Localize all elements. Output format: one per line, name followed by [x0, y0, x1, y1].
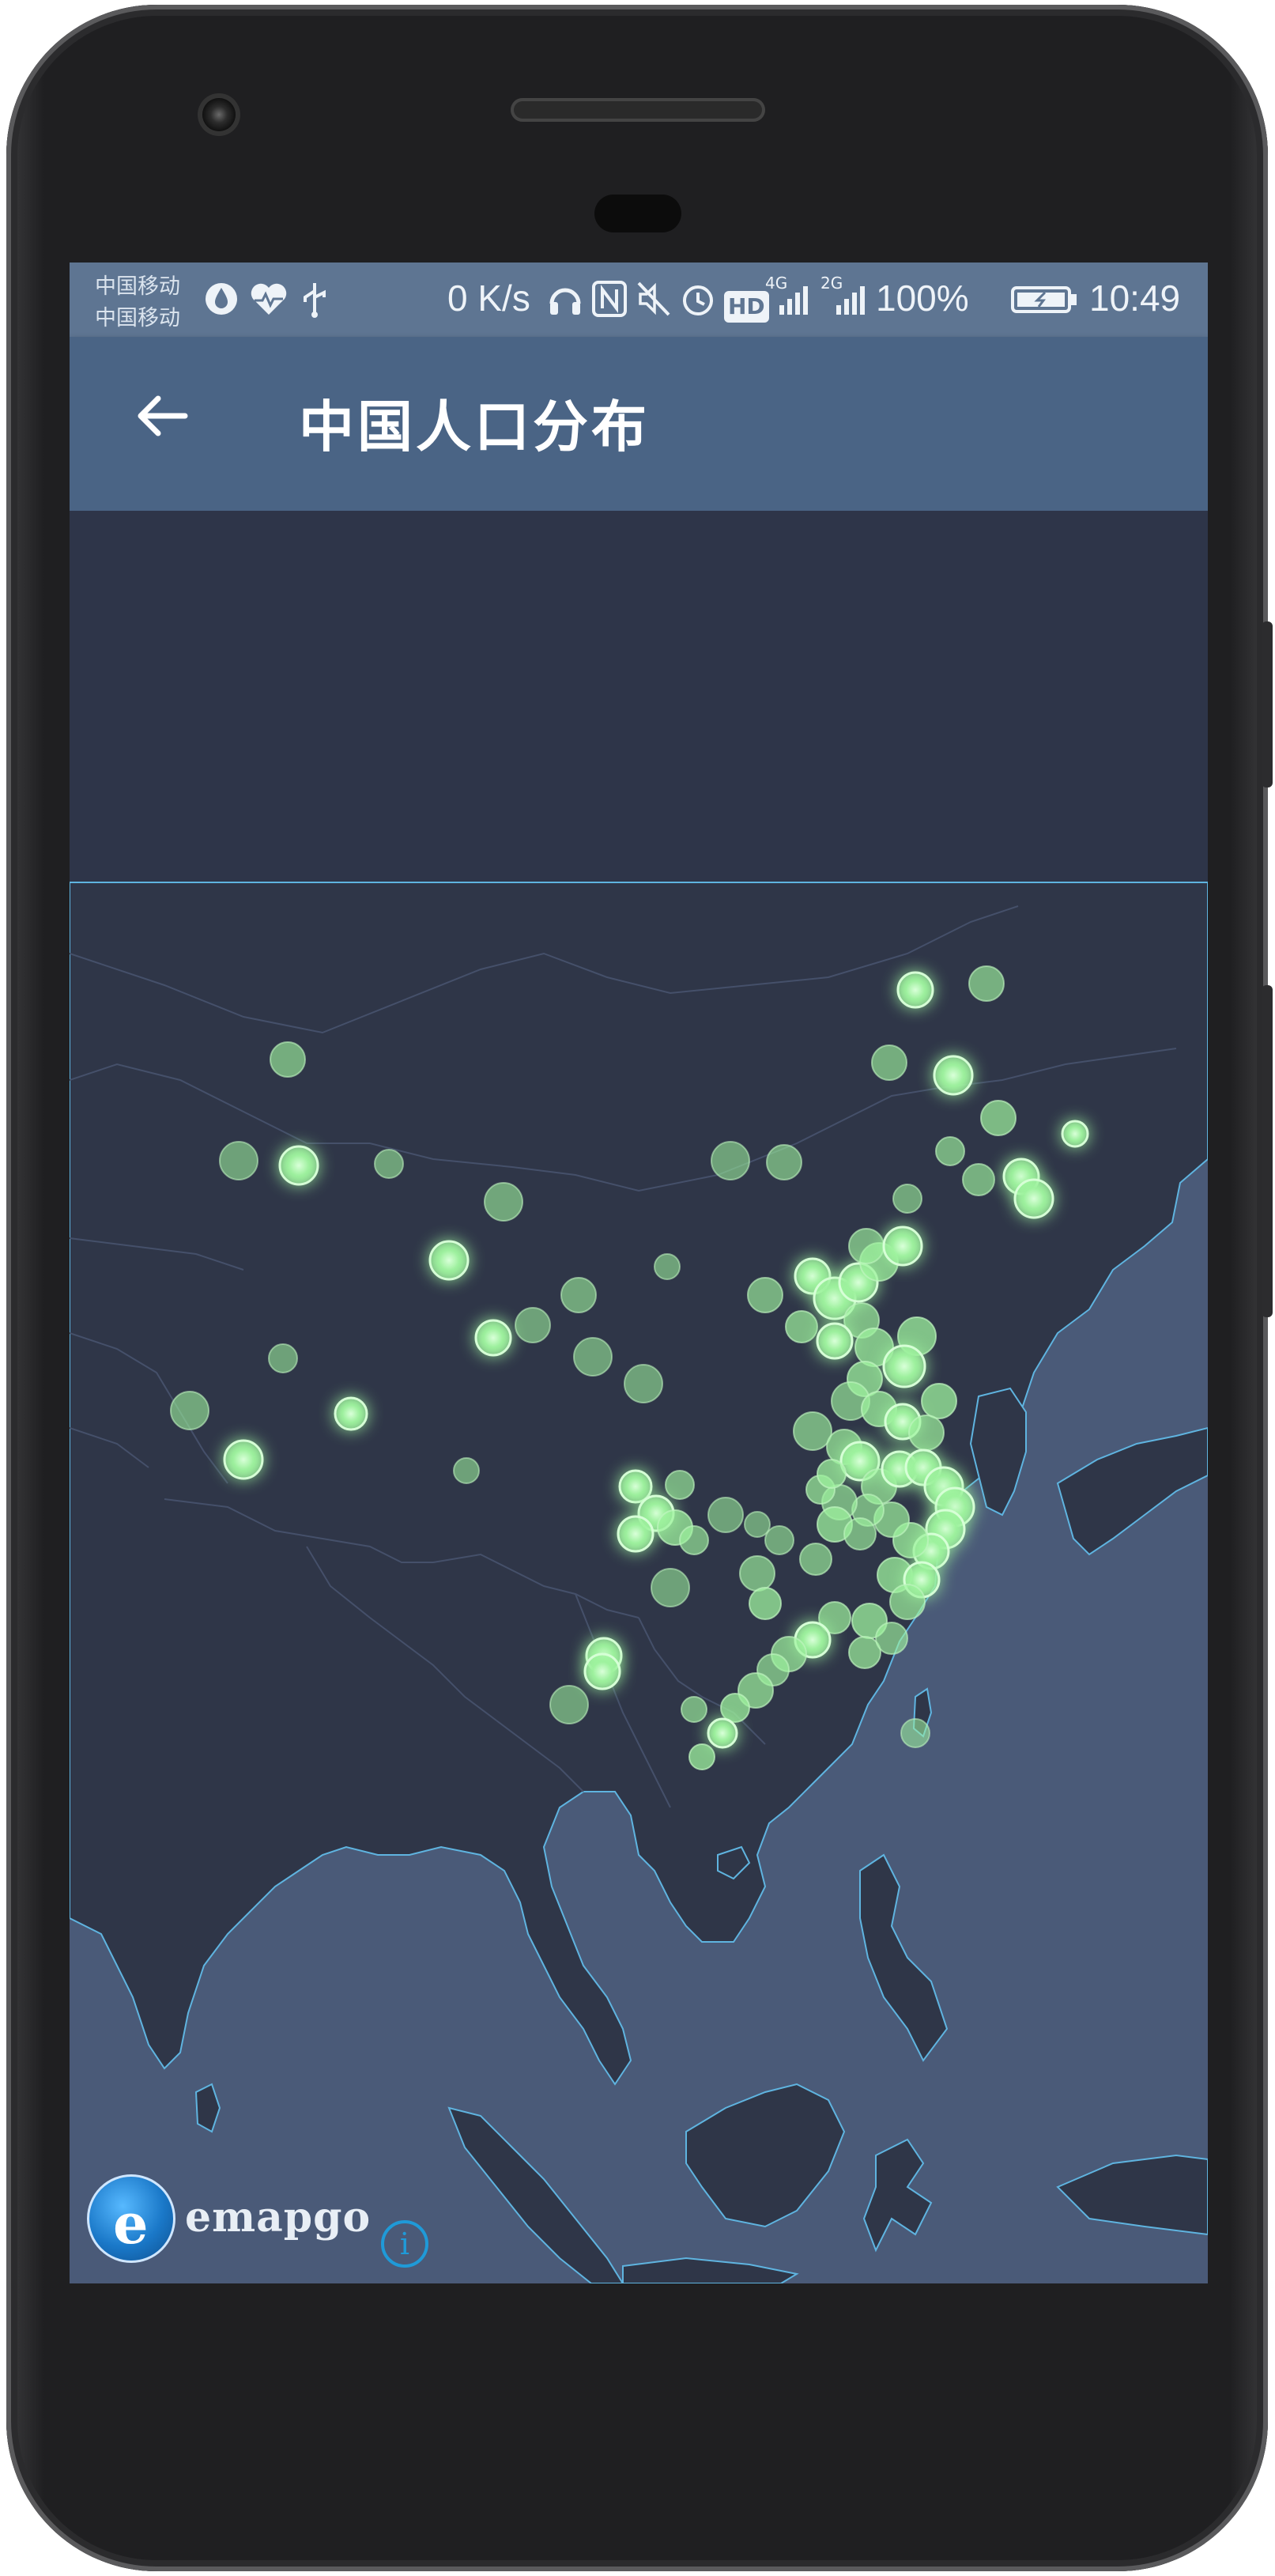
- population-point: [268, 1343, 298, 1373]
- population-point: [882, 1344, 926, 1388]
- usb-icon: [299, 280, 330, 327]
- population-point: [848, 1228, 885, 1264]
- arrow-left-icon[interactable]: [133, 386, 193, 446]
- volume-button: [1262, 621, 1273, 788]
- battery-percent: 100%: [876, 278, 969, 319]
- net-speed: 0 K/s: [447, 278, 530, 319]
- population-point: [1013, 1178, 1054, 1219]
- population-point: [1061, 1120, 1089, 1148]
- logo-text: emapgo: [185, 2193, 372, 2242]
- population-point: [707, 1717, 738, 1749]
- population-point: [962, 1163, 995, 1196]
- population-point: [711, 1141, 750, 1180]
- population-point: [583, 1652, 621, 1690]
- nfc-icon: [591, 280, 628, 327]
- population-point: [654, 1253, 681, 1280]
- hd-icon: HD: [724, 283, 769, 323]
- population-point: [219, 1141, 258, 1180]
- info-icon[interactable]: i: [381, 2220, 428, 2268]
- water-drop-icon: [202, 280, 240, 327]
- population-point: [681, 1696, 707, 1723]
- population-point: [744, 1511, 771, 1538]
- clock: 10:49: [1089, 278, 1181, 319]
- population-point: [720, 1693, 750, 1723]
- power-button: [1262, 985, 1273, 1317]
- population-point: [799, 1543, 832, 1576]
- population-point: [515, 1307, 551, 1343]
- population-point: [573, 1337, 613, 1377]
- population-point: [560, 1277, 597, 1313]
- population-point: [793, 1411, 832, 1451]
- population-point: [921, 1383, 957, 1419]
- population-point: [871, 1044, 907, 1081]
- population-map[interactable]: [70, 511, 1208, 2283]
- emapgo-logo-icon: e: [87, 2174, 175, 2263]
- population-point: [749, 1587, 782, 1620]
- population-point: [474, 1319, 512, 1357]
- population-point: [882, 1226, 923, 1267]
- heartbeat-icon: [248, 280, 289, 327]
- population-point: [764, 1525, 794, 1555]
- population-point: [892, 1184, 922, 1214]
- population-point: [665, 1470, 695, 1500]
- population-point: [980, 1100, 1017, 1136]
- signal-icon: [832, 280, 871, 327]
- population-point: [428, 1240, 470, 1281]
- population-point: [549, 1685, 589, 1724]
- signal-icon: [775, 280, 814, 327]
- population-point: [816, 1322, 854, 1360]
- carrier-label-2: 中国移动: [95, 306, 180, 330]
- population-point: [453, 1457, 480, 1484]
- population-point: [766, 1144, 802, 1180]
- population-point: [843, 1517, 877, 1551]
- earpiece-speaker: [511, 98, 765, 122]
- population-point: [785, 1310, 818, 1343]
- population-point: [484, 1182, 523, 1222]
- population-point: [896, 971, 934, 1009]
- front-camera: [202, 98, 236, 131]
- population-point: [624, 1364, 663, 1403]
- population-point: [747, 1277, 783, 1313]
- proximity-sensor: [594, 195, 681, 232]
- population-point: [707, 1497, 744, 1533]
- population-point: [900, 1718, 930, 1748]
- population-point: [270, 1041, 306, 1078]
- page-title: 中国人口分布: [299, 395, 650, 459]
- screen: 中国移动 中国移动 0 K/s HD 4G 2G 100% 10:49 中国人口…: [70, 263, 1208, 2283]
- mute-icon: [636, 280, 672, 327]
- population-point: [933, 1055, 974, 1096]
- population-point: [170, 1391, 209, 1430]
- population-point: [968, 965, 1005, 1002]
- population-point: [651, 1568, 690, 1607]
- population-point: [875, 1622, 908, 1655]
- population-point: [334, 1396, 368, 1431]
- carrier-label-1: 中国移动: [95, 274, 180, 299]
- population-point: [739, 1555, 775, 1592]
- app-bar: 中国人口分布: [70, 337, 1208, 511]
- population-point: [817, 1459, 847, 1489]
- status-bar: 中国移动 中国移动 0 K/s HD 4G 2G 100% 10:49: [70, 263, 1208, 337]
- population-point: [935, 1136, 965, 1166]
- population-point: [374, 1149, 404, 1179]
- population-point: [679, 1525, 709, 1555]
- population-point: [688, 1743, 715, 1770]
- headphone-icon: [547, 280, 583, 327]
- map-top-area: [70, 511, 1208, 882]
- battery-charging-icon: [1010, 280, 1078, 327]
- population-point: [617, 1515, 654, 1553]
- population-point: [223, 1439, 264, 1480]
- alarm-icon: [680, 280, 716, 327]
- population-point: [889, 1584, 926, 1620]
- population-point: [908, 1415, 945, 1451]
- phone-frame: 中国移动 中国移动 0 K/s HD 4G 2G 100% 10:49 中国人口…: [6, 5, 1273, 2571]
- population-point: [278, 1145, 319, 1186]
